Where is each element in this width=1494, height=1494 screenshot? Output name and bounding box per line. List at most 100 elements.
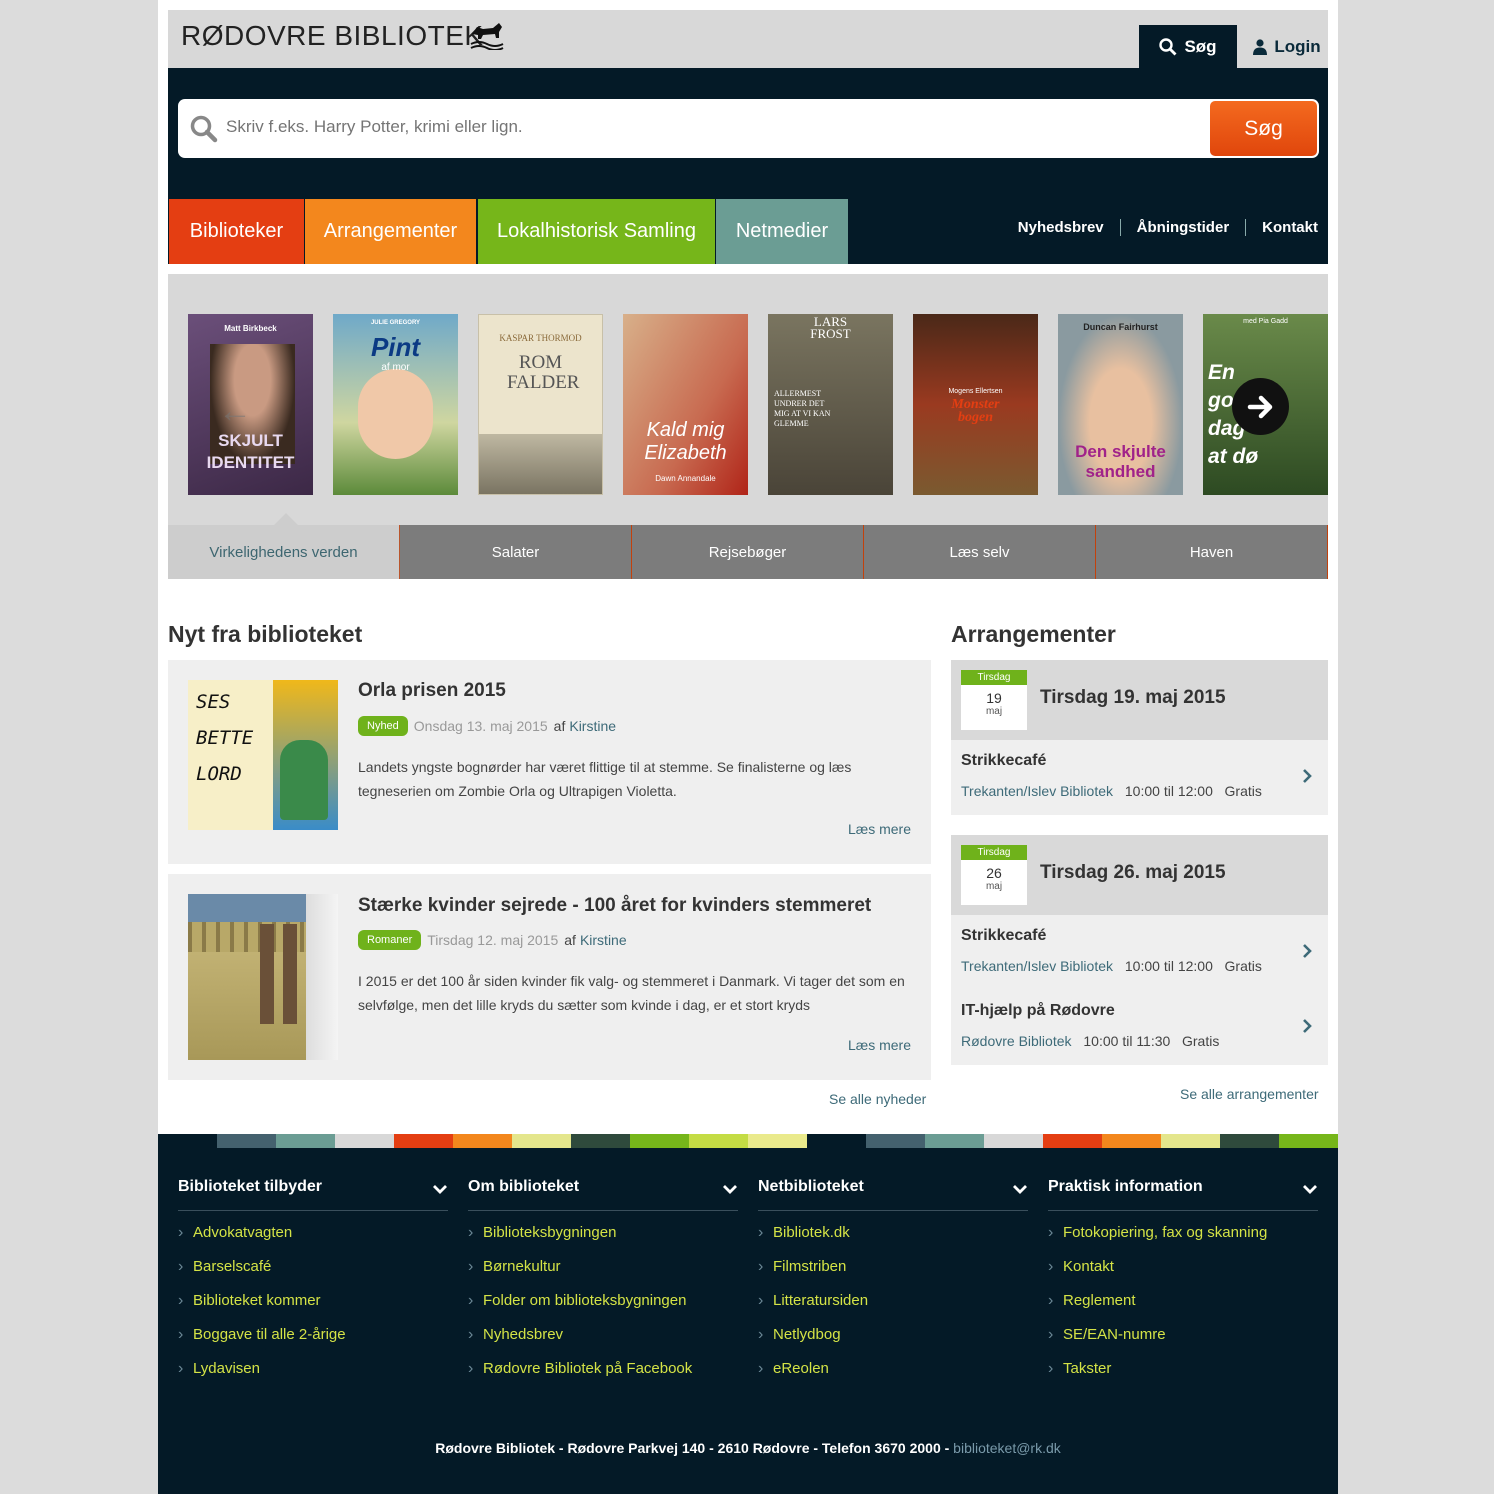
link-abningstider[interactable]: Åbningstider [1119,219,1246,236]
footer-link[interactable]: Reglement [1048,1291,1318,1325]
book-author: Duncan Fairhurst [1083,322,1158,332]
category-tab-salater[interactable]: Salater [400,525,632,579]
footer-link[interactable]: Kontakt [1048,1257,1318,1291]
login-button[interactable]: Login [1238,25,1336,68]
footer-link[interactable]: Børnekultur [468,1257,738,1291]
link-kontakt[interactable]: Kontakt [1245,219,1318,236]
news-title[interactable]: Stærke kvinder sejrede - 100 året for kv… [358,895,871,917]
event-location: Rødovre Bibliotek [961,1033,1072,1049]
tab-netmedier[interactable]: Netmedier [716,199,848,264]
search-bar: Søg [178,99,1319,158]
event-item[interactable]: Strikkecafé Trekanten/Islev Bibliotek 10… [951,740,1328,815]
footer-link[interactable]: Filmstriben [758,1257,1028,1291]
book-subtitle: af mor [381,362,410,373]
color-stripe [276,1134,335,1148]
footer-link[interactable]: Folder om biblioteksbygningen [468,1291,738,1325]
footer-link[interactable]: SE/EAN-numre [1048,1325,1318,1359]
news-tag[interactable]: Romaner [358,930,422,950]
footer-link[interactable]: Advokatvagten [178,1223,448,1257]
color-stripe [217,1134,276,1148]
book-title: Den skjulte sandhed [1075,442,1166,481]
news-thumbnail[interactable] [188,894,338,1060]
event-name: IT-hjælp på Rødovre [961,1002,1115,1019]
footer-link[interactable]: Takster [1048,1359,1318,1393]
chevron-down-icon [1303,1185,1317,1194]
chevron-down-icon [433,1185,447,1194]
footer-link[interactable]: Netlydbog [758,1325,1028,1359]
news-author[interactable]: Kirstine [569,718,616,734]
footer-link[interactable]: Boggave til alle 2-årige [178,1325,448,1359]
footer-column-heading[interactable]: Om biblioteket [468,1178,738,1211]
book-title: ROM FALDER [507,352,580,393]
book-cover[interactable]: Kald mig Elizabeth Dawn Annandale [623,314,748,495]
thumb-text: LORD [196,763,242,785]
calendar-day: 19 [986,690,1002,706]
tab-biblioteker[interactable]: Biblioteker [169,199,304,264]
carousel-prev-arrow[interactable]: ← [218,392,252,431]
event-info: Trekanten/Islev Bibliotek 10:00 til 12:0… [961,958,1262,974]
footer-link[interactable]: Barselscafé [178,1257,448,1291]
news-date: Tirsdag 12. maj 2015 [427,932,559,948]
news-by: af [564,932,576,948]
calendar-month: maj [985,881,1003,892]
footer-address: Rødovre Bibliotek - Rødovre Parkvej 140 … [158,1440,1338,1456]
top-search-label: Søg [1184,36,1217,56]
see-all-news-link[interactable]: Se alle nyheder [829,1091,926,1107]
book-cover[interactable]: JULIE GREGORY Pint af mor [333,314,458,495]
book-cover[interactable]: Duncan Fairhurst Den skjulte sandhed [1058,314,1183,495]
book-cover[interactable]: LARS FROST ALLERMEST UNDRER DET MIG AT V… [768,314,893,495]
color-stripe-band [158,1134,1338,1148]
book-cover[interactable]: KASPAR THORMOD ROM FALDER [478,314,603,495]
search-submit-button[interactable]: Søg [1210,101,1317,156]
email-link[interactable]: biblioteket@rk.dk [953,1440,1061,1456]
news-author[interactable]: Kirstine [580,932,627,948]
event-day-header: Tirsdag 19 maj Tirsdag 19. maj 2015 [951,660,1328,740]
tab-arrangementer[interactable]: Arrangementer [305,199,476,264]
hero: Søg Biblioteker Arrangementer Lokalhisto… [168,68,1328,264]
user-icon [1253,38,1268,55]
event-day: Tirsdag 26 maj Tirsdag 26. maj 2015 Stri… [951,835,1328,1065]
color-stripe [394,1134,453,1148]
footer-link[interactable]: Nyhedsbrev [468,1325,738,1359]
footer-link[interactable]: Lydavisen [178,1359,448,1393]
event-location: Trekanten/Islev Bibliotek [961,958,1113,974]
footer-column-heading[interactable]: Netbiblioteket [758,1178,1028,1211]
footer-column-heading[interactable]: Praktisk information [1048,1178,1318,1211]
see-all-events-link[interactable]: Se alle arrangementer [1180,1086,1319,1102]
footer-link[interactable]: Rødovre Bibliotek på Facebook [468,1359,738,1393]
event-location: Trekanten/Islev Bibliotek [961,783,1113,799]
color-stripe [984,1134,1043,1148]
read-more-link[interactable]: Læs mere [848,1037,911,1053]
link-nyhedsbrev[interactable]: Nyhedsbrev [1002,219,1120,236]
carousel-next-arrow[interactable] [1232,378,1289,435]
footer-link[interactable]: Biblioteksbygningen [468,1223,738,1257]
event-item[interactable]: Strikkecafé Trekanten/Islev Bibliotek 10… [951,915,1328,990]
book-cover[interactable]: Mogens Ellertsen Monster bogen [913,314,1038,495]
category-tab-virkelighedens-verden[interactable]: Virkelighedens verden [168,525,400,579]
book-author: Mogens Ellertsen [948,388,1003,395]
category-tab-rejseboger[interactable]: Rejsebøger [632,525,864,579]
footer-column: Praktisk information Fotokopiering, fax … [1048,1178,1318,1393]
category-tab-laes-selv[interactable]: Læs selv [864,525,1096,579]
footer-link[interactable]: eReolen [758,1359,1028,1393]
news-thumbnail[interactable]: SES BETTE LORD [188,680,338,830]
tab-lokalhistorisk-samling[interactable]: Lokalhistorisk Samling [478,199,715,264]
book-author: LARS FROST [810,314,851,341]
footer-link[interactable]: Bibliotek.dk [758,1223,1028,1257]
footer-link[interactable]: Biblioteket kommer [178,1291,448,1325]
news-title[interactable]: Orla prisen 2015 [358,680,506,702]
footer-heading-text: Praktisk information [1048,1178,1203,1195]
book-carousel: Matt Birkbeck SKJULT IDENTITET JULIE GRE… [168,274,1328,579]
book-title: ALLERMEST UNDRER DET MIG AT VI KAN GLEMM… [774,389,831,428]
top-search-button[interactable]: Søg [1139,25,1237,68]
news-tag[interactable]: Nyhed [358,716,408,736]
event-item[interactable]: IT-hjælp på Rødovre Rødovre Bibliotek 10… [951,990,1328,1065]
book-author: JULIE GREGORY [370,320,421,326]
read-more-link[interactable]: Læs mere [848,821,911,837]
footer-column-heading[interactable]: Biblioteket tilbyder [178,1178,448,1211]
category-tab-haven[interactable]: Haven [1096,525,1328,579]
logo[interactable]: RØDOVRE BIBLIOTEK [181,20,504,52]
search-input[interactable] [226,117,1126,137]
footer-link[interactable]: Litteratursiden [758,1291,1028,1325]
footer-link[interactable]: Fotokopiering, fax og skanning [1048,1223,1318,1257]
